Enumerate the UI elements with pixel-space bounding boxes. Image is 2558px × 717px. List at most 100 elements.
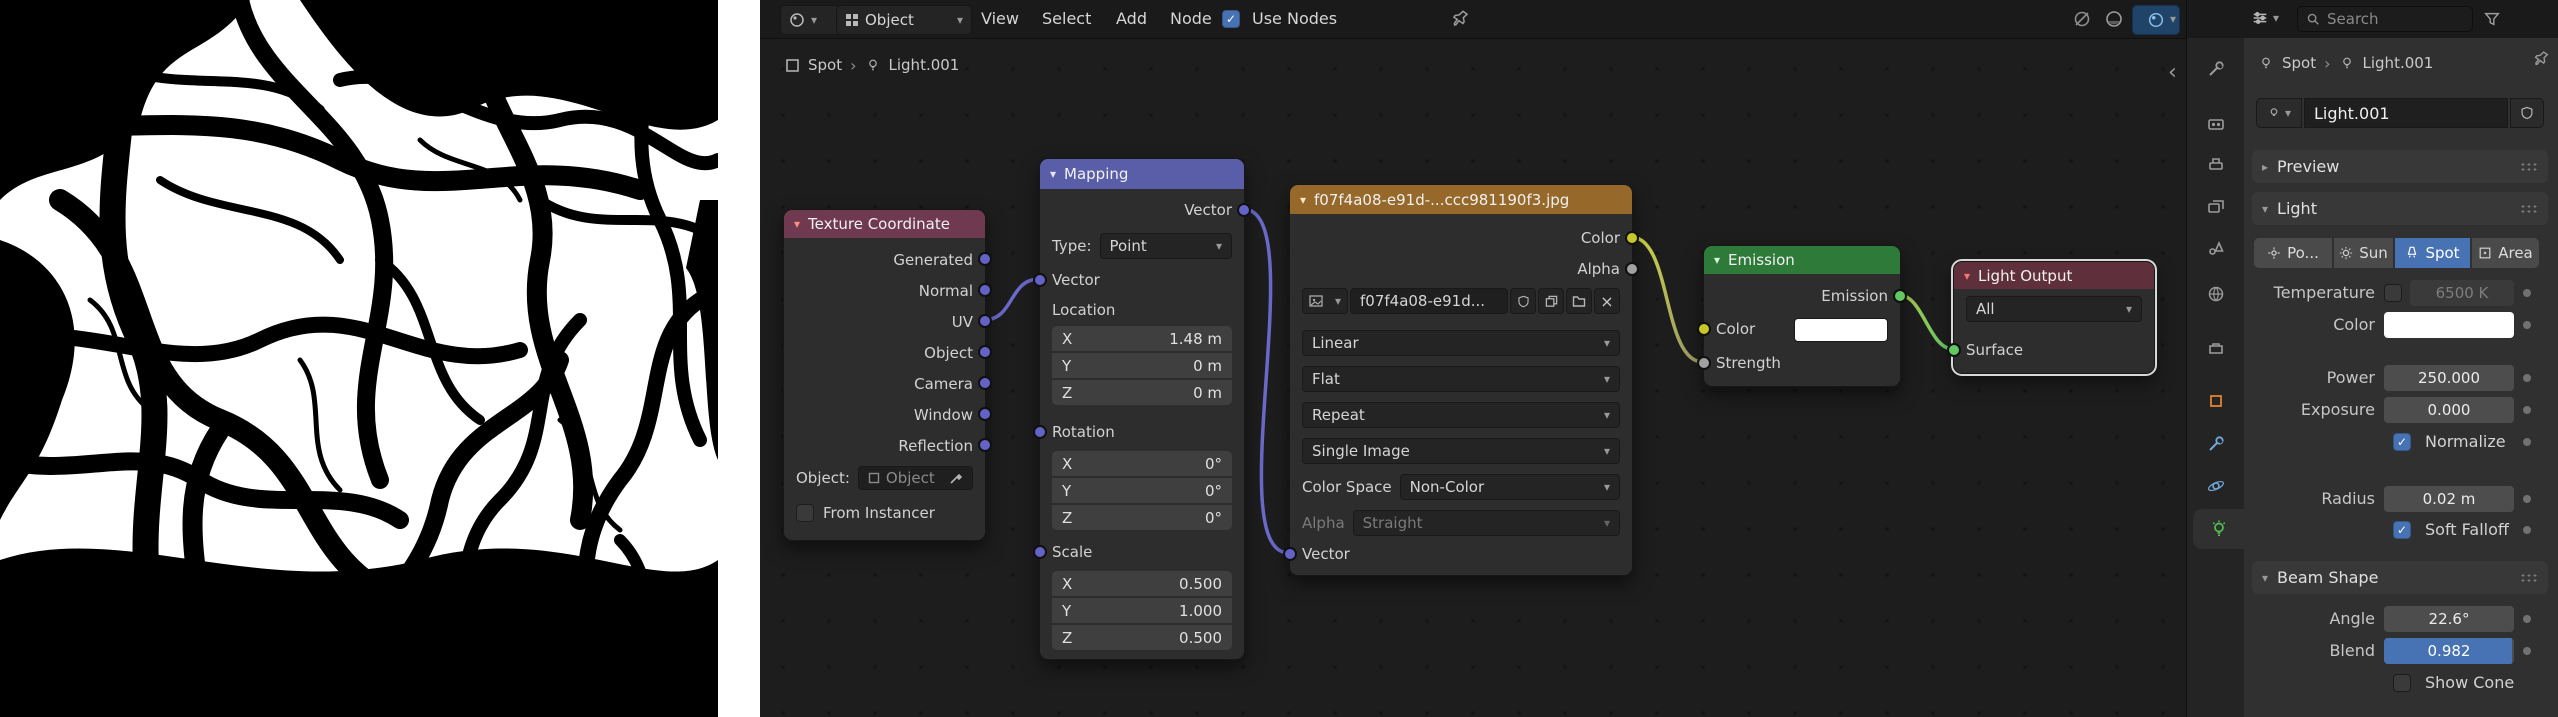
shader-mode-dropdown[interactable]: Object ▾ [836, 5, 972, 35]
panel-light[interactable]: ▾ Light [2252, 192, 2548, 225]
drag-handle[interactable] [2520, 573, 2538, 582]
collapse-icon[interactable]: ▾ [1300, 193, 1306, 207]
open-folder-icon[interactable] [1566, 288, 1592, 314]
tab-physics[interactable] [2187, 466, 2244, 506]
object-picker-field[interactable]: Object [857, 466, 973, 490]
show-cone-checkbox[interactable] [2393, 674, 2411, 692]
menu-view[interactable]: View [975, 0, 1025, 38]
emission-color-swatch[interactable] [1794, 318, 1888, 342]
decorator-dot[interactable] [2523, 406, 2531, 414]
location-x-field[interactable]: X 1.48 m [1052, 326, 1232, 351]
breadcrumb-object[interactable]: Light.001 [889, 56, 960, 74]
node-mapping[interactable]: ▾ Mapping Vector Type: Point ▾ Vector Lo… [1033, 158, 1251, 660]
socket-camera[interactable] [978, 376, 992, 390]
socket-generated[interactable] [978, 252, 992, 266]
panel-preview[interactable]: ▸ Preview [2252, 150, 2548, 183]
decorator-dot[interactable] [2523, 495, 2531, 503]
socket-alpha-out[interactable] [1625, 262, 1639, 276]
socket-normal[interactable] [978, 283, 992, 297]
node-emission[interactable]: ▾ Emission Emission Color Strength [1697, 245, 1907, 387]
socket-vector-in[interactable] [1033, 273, 1047, 287]
rotation-y-field[interactable]: Y 0° [1052, 478, 1232, 503]
duplicate-icon[interactable] [1538, 288, 1564, 314]
radius-field[interactable]: 0.02 m [2384, 486, 2514, 512]
fake-user-icon[interactable] [1510, 288, 1536, 314]
socket-surface-in[interactable] [1947, 343, 1961, 357]
light-type-point[interactable]: Po... [2254, 238, 2332, 268]
datablock-name-field[interactable]: Light.001 [2304, 98, 2508, 128]
power-field[interactable]: 250.000 [2384, 365, 2514, 391]
collapse-icon[interactable]: ▾ [794, 217, 800, 231]
tab-output[interactable] [2187, 145, 2244, 185]
from-instancer-checkbox[interactable] [796, 504, 814, 522]
projection-dropdown[interactable]: Flat ▾ [1302, 366, 1620, 392]
light-type-spot[interactable]: Spot [2395, 238, 2470, 268]
breadcrumb-scene[interactable]: Spot [808, 56, 842, 74]
light-color-swatch[interactable] [2384, 312, 2514, 338]
light-type-area[interactable]: Area [2472, 238, 2539, 268]
tab-object[interactable] [2187, 381, 2244, 421]
drag-handle[interactable] [2520, 162, 2538, 171]
editor-type-button[interactable]: ▾ [780, 5, 842, 35]
decorator-dot[interactable] [2523, 289, 2531, 297]
node-header[interactable]: ▾ Mapping [1040, 159, 1244, 189]
tab-tool[interactable] [2187, 49, 2244, 89]
fake-user-icon[interactable] [2510, 98, 2544, 128]
collapse-icon[interactable]: ▾ [1050, 167, 1056, 181]
socket-rotation-in[interactable] [1033, 425, 1047, 439]
rotation-x-field[interactable]: X 0° [1052, 451, 1232, 476]
alpha-dropdown[interactable]: Straight ▾ [1352, 510, 1620, 536]
decorator-dot[interactable] [2523, 615, 2531, 623]
interpolation-dropdown[interactable]: Linear ▾ [1302, 330, 1620, 356]
rotation-z-field[interactable]: Z 0° [1052, 505, 1232, 530]
breadcrumb-data[interactable]: Light.001 [2363, 54, 2434, 72]
use-nodes-checkbox[interactable]: ✓ [1222, 10, 1240, 28]
scale-y-field[interactable]: Y 1.000 [1052, 598, 1232, 623]
temperature-checkbox[interactable] [2384, 284, 2402, 302]
tab-render[interactable] [2187, 104, 2244, 144]
extension-dropdown[interactable]: Repeat ▾ [1302, 402, 1620, 428]
blend-slider[interactable]: 0.982 [2384, 638, 2514, 664]
location-z-field[interactable]: Z0 m [1052, 380, 1232, 405]
decorator-dot[interactable] [2523, 321, 2531, 329]
exposure-field[interactable]: 0.000 [2384, 397, 2514, 423]
scale-z-field[interactable]: Z 0.500 [1052, 625, 1232, 650]
tab-object-data[interactable] [2193, 509, 2244, 549]
node-image-texture[interactable]: ▾ f07f4a08-e91d-...ccc981190f3.jpg Color… [1283, 184, 1639, 576]
output-target-dropdown[interactable]: All ▾ [1966, 296, 2142, 322]
drag-handle[interactable] [2520, 204, 2538, 213]
scale-x-field[interactable]: X 0.500 [1052, 571, 1232, 596]
socket-emission-out[interactable] [1893, 289, 1907, 303]
node-texture-coordinate[interactable]: ▾ Texture Coordinate Generated Normal UV… [783, 209, 992, 541]
pin-icon[interactable] [2532, 50, 2550, 68]
collapse-icon[interactable]: ▾ [1964, 269, 1970, 283]
socket-reflection[interactable] [978, 438, 992, 452]
tab-scene[interactable] [2187, 228, 2244, 268]
socket-vector-out[interactable] [1237, 203, 1251, 217]
temperature-field[interactable]: 6500 K [2410, 280, 2514, 306]
chevron-down-icon[interactable]: ▾ [2170, 12, 2176, 26]
link-drag-icon[interactable] [2072, 9, 2092, 29]
node-light-output[interactable]: ▾ Light Output All ▾ Surface [1947, 261, 2155, 374]
source-dropdown[interactable]: Single Image ▾ [1302, 438, 1620, 464]
tab-modifiers[interactable] [2187, 424, 2244, 464]
material-preview-icon[interactable] [2104, 9, 2124, 29]
socket-uv[interactable] [978, 314, 992, 328]
soft-falloff-checkbox[interactable]: ✓ [2393, 521, 2411, 539]
socket-window[interactable] [978, 407, 992, 421]
normalize-checkbox[interactable]: ✓ [2393, 433, 2411, 451]
eyedropper-icon[interactable] [949, 471, 963, 485]
socket-color-out[interactable] [1625, 231, 1639, 245]
angle-field[interactable]: 22.6° [2384, 606, 2514, 632]
decorator-dot[interactable] [2523, 526, 2531, 534]
menu-add[interactable]: Add [1110, 0, 1153, 38]
color-space-dropdown[interactable]: Non-Color ▾ [1399, 474, 1620, 500]
tab-world[interactable] [2187, 274, 2244, 314]
properties-editor-type-button[interactable]: ▾ [2251, 9, 2279, 27]
socket-strength-in[interactable] [1697, 356, 1711, 370]
pin-icon[interactable] [1450, 9, 1470, 29]
region-expand-arrow[interactable]: ‹ [2168, 60, 2177, 85]
image-name-field[interactable]: f07f4a08-e91d... [1350, 288, 1508, 314]
filter-icon[interactable] [2483, 10, 2501, 28]
decorator-dot[interactable] [2523, 438, 2531, 446]
